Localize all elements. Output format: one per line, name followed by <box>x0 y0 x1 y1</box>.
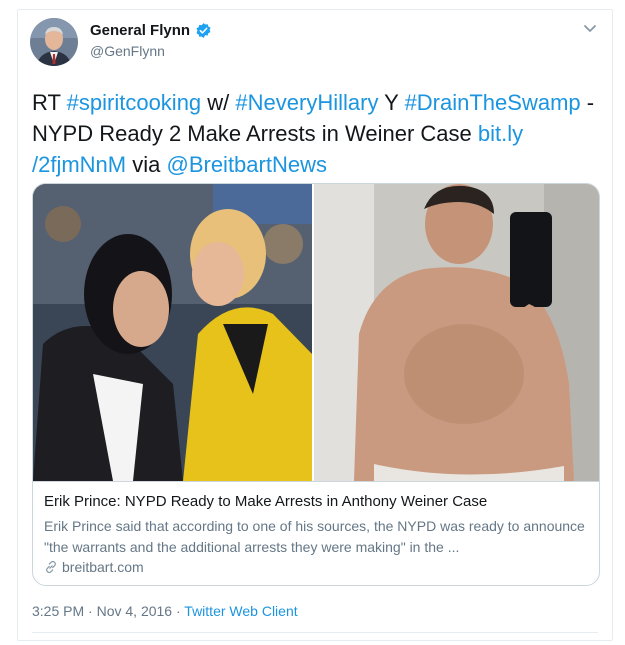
card-info[interactable]: Erik Prince: NYPD Ready to Make Arrests … <box>33 481 599 585</box>
tweet-text-segment: via <box>126 152 167 177</box>
tweet-time[interactable]: 3:25 PM <box>32 603 84 619</box>
tweet-meta: 3:25 PM · Nov 4, 2016 · Twitter Web Clie… <box>32 603 298 619</box>
card-domain: breitbart.com <box>44 559 144 575</box>
card-domain-text: breitbart.com <box>62 559 144 575</box>
chevron-down-icon[interactable] <box>583 24 597 34</box>
tweet-source-link[interactable]: Twitter Web Client <box>184 603 297 619</box>
hashtag-draintheswamp-link[interactable]: #DrainTheSwamp <box>405 90 581 115</box>
meta-separator: · <box>84 603 97 619</box>
card-description: Erik Prince said that according to one o… <box>44 518 585 555</box>
tweet-text-segment: RT <box>32 90 67 115</box>
card-title: Erik Prince: NYPD Ready to Make Arrests … <box>44 493 488 510</box>
user-handle[interactable]: @GenFlynn <box>90 43 165 59</box>
tweet-text-segment: Y <box>378 90 405 115</box>
link-preview-card[interactable]: Erik Prince: NYPD Ready to Make Arrests … <box>32 183 600 586</box>
tweet-date[interactable]: Nov 4, 2016 <box>97 603 173 619</box>
tweet-text-segment: w/ <box>201 90 236 115</box>
display-name[interactable]: General Flynn <box>90 22 212 39</box>
hashtag-spiritcooking-link[interactable]: #spiritcooking <box>67 90 202 115</box>
card-image-left <box>33 184 312 481</box>
card-media[interactable] <box>33 184 599 481</box>
divider <box>32 632 598 633</box>
mention-breitbartnews-link[interactable]: @BreitbartNews <box>166 152 327 177</box>
card-image-right <box>314 184 599 481</box>
tweet-text: RT #spiritcooking w/ #NeveryHillary Y #D… <box>32 87 607 180</box>
link-icon <box>46 560 56 574</box>
hashtag-neveryhillary-link[interactable]: #NeveryHillary <box>235 90 378 115</box>
avatar[interactable] <box>30 18 78 66</box>
verified-badge-icon <box>196 23 211 38</box>
display-name-text: General Flynn <box>90 22 191 39</box>
meta-separator: · <box>172 603 185 619</box>
